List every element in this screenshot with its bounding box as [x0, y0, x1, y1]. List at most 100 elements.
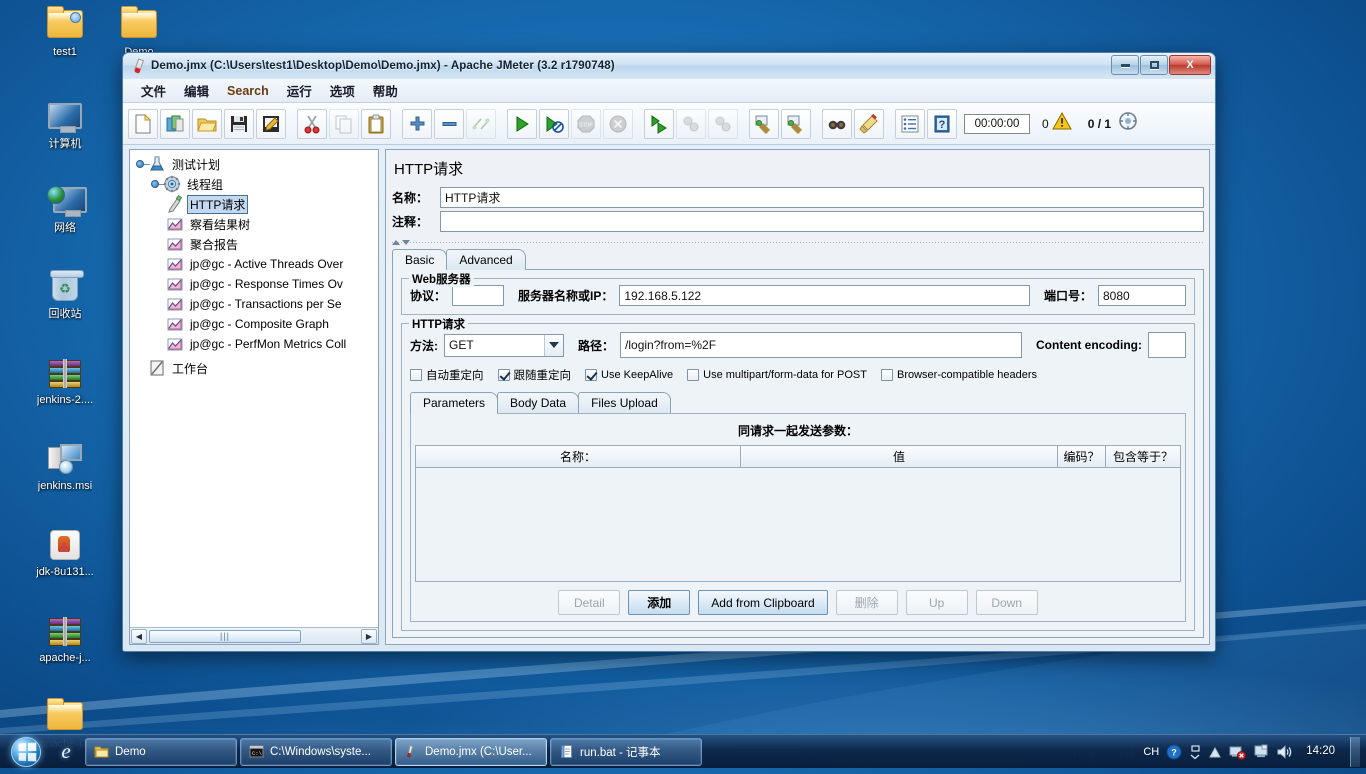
- checkbox-follow-redirects[interactable]: 跟随重定向: [497, 367, 571, 383]
- desktop-icon-computer[interactable]: 计算机: [0, 96, 130, 168]
- parameters-table-body[interactable]: [416, 468, 1180, 581]
- help-button[interactable]: ?: [927, 108, 957, 139]
- volume-icon[interactable]: [1276, 744, 1293, 760]
- down-button[interactable]: Down: [975, 590, 1038, 615]
- start-remote-all-button[interactable]: [644, 108, 674, 139]
- search-reset-button[interactable]: [854, 108, 884, 139]
- tree-scroll-area[interactable]: 测试计划 线程组 HTTP请求 察看结果树 聚合报告 jp@gc - Activ…: [130, 150, 378, 627]
- tree-node-http-request[interactable]: HTTP请求: [134, 194, 378, 214]
- start-no-pauses-button[interactable]: [539, 108, 569, 139]
- clear-button[interactable]: [749, 108, 779, 139]
- clear-all-button[interactable]: [781, 108, 811, 139]
- checkbox-box[interactable]: [410, 369, 422, 381]
- menu-run[interactable]: 运行: [279, 78, 320, 103]
- tree-node-test-plan[interactable]: 测试计划: [134, 154, 378, 174]
- column-header-name[interactable]: 名称：: [416, 446, 741, 467]
- comment-input[interactable]: [440, 211, 1204, 232]
- add-button[interactable]: 添加: [628, 590, 691, 615]
- function-helper-button[interactable]: [895, 108, 925, 139]
- tree-node-active-threads-over-time[interactable]: jp@gc - Active Threads Over: [134, 254, 378, 274]
- expand-all-button[interactable]: [402, 108, 432, 139]
- tab-parameters[interactable]: Parameters: [410, 392, 499, 414]
- window-titlebar[interactable]: Demo.jmx (C:\Users\test1\Desktop\Demo\De…: [123, 53, 1215, 79]
- checkbox-use-multipart[interactable]: Use multipart/form-data for POST: [687, 369, 867, 381]
- taskbar-item-notepad[interactable]: run.bat - 记事本: [550, 737, 702, 766]
- checkbox-box[interactable]: [880, 369, 893, 381]
- toggle-button[interactable]: [466, 108, 496, 139]
- action-center-icon[interactable]: [1208, 745, 1222, 759]
- server-input[interactable]: [619, 285, 1030, 306]
- checkbox-box[interactable]: [497, 369, 510, 381]
- delete-button[interactable]: 删除: [835, 590, 898, 615]
- column-header-include-equals[interactable]: 包含等于？: [1106, 446, 1180, 467]
- desktop-icon-apache-jmeter-zip[interactable]: apache-j...: [0, 610, 130, 682]
- internet-explorer-icon[interactable]: e: [50, 737, 82, 767]
- tab-files-upload[interactable]: Files Upload: [578, 392, 671, 413]
- start-button[interactable]: [507, 108, 537, 139]
- protocol-input[interactable]: [452, 285, 505, 306]
- menu-edit[interactable]: 编辑: [176, 78, 217, 103]
- collapse-all-button[interactable]: [434, 108, 464, 139]
- add-from-clipboard-button[interactable]: Add from Clipboard: [698, 590, 828, 615]
- paste-button[interactable]: [361, 108, 391, 139]
- show-desktop-button[interactable]: [1350, 736, 1360, 767]
- new-button[interactable]: [128, 108, 158, 139]
- tree-node-view-results-tree[interactable]: 察看结果树: [134, 214, 378, 234]
- menu-options[interactable]: 选项: [322, 78, 363, 103]
- stop-button[interactable]: STOP: [571, 108, 601, 139]
- save-button[interactable]: [224, 108, 254, 139]
- templates-button[interactable]: [160, 108, 190, 139]
- port-input[interactable]: [1098, 285, 1186, 306]
- clock[interactable]: 14:20: [1300, 745, 1341, 758]
- checkbox-auto-redirect[interactable]: 自动重定向: [410, 367, 484, 383]
- tree-node-perfmon-metrics-collector[interactable]: jp@gc - PerfMon Metrics Coll: [134, 334, 378, 354]
- tab-basic[interactable]: Basic: [392, 249, 448, 271]
- tree-node-composite-graph[interactable]: jp@gc - Composite Graph: [134, 314, 378, 334]
- panel-splitter[interactable]: [392, 238, 1204, 247]
- display-icon[interactable]: [1253, 744, 1269, 760]
- tree-expand-handle[interactable]: [151, 180, 165, 188]
- tree-horizontal-scrollbar[interactable]: ◀ ||| ▶: [130, 627, 378, 644]
- tree-node-transactions-per-second[interactable]: jp@gc - Transactions per Se: [134, 294, 378, 314]
- open-button[interactable]: [192, 108, 222, 139]
- splitter-down-arrow[interactable]: [402, 240, 410, 245]
- scroll-right-button[interactable]: ▶: [361, 628, 377, 644]
- help-circle-icon[interactable]: ?: [1166, 744, 1182, 760]
- checkbox-box[interactable]: [585, 369, 597, 381]
- search-button[interactable]: [822, 108, 852, 139]
- tab-body-data[interactable]: Body Data: [497, 392, 580, 413]
- taskbar-item-jmeter[interactable]: Demo.jmx (C:\User...: [395, 737, 547, 766]
- cut-button[interactable]: [297, 108, 327, 139]
- tree-node-thread-group[interactable]: 线程组: [134, 174, 378, 194]
- save-as-button[interactable]: [256, 108, 286, 139]
- checkbox-browser-compatible-headers[interactable]: Browser-compatible headers: [880, 369, 1037, 381]
- checkbox-use-keepalive[interactable]: Use KeepAlive: [585, 369, 673, 381]
- parameters-table[interactable]: 名称： 值 编码？ 包含等于？: [415, 445, 1181, 582]
- path-input[interactable]: [620, 332, 1023, 358]
- minimize-button[interactable]: [1111, 55, 1139, 75]
- menu-search[interactable]: Search: [219, 81, 277, 101]
- ime-indicator[interactable]: CH: [1143, 746, 1159, 758]
- taskbar-item-demo[interactable]: Demo: [85, 737, 237, 766]
- taskbar-item-cmd[interactable]: C:\ C:\Windows\syste...: [240, 737, 392, 766]
- network-error-icon[interactable]: [1229, 744, 1247, 760]
- scrollbar-thumb[interactable]: |||: [149, 629, 301, 643]
- splitter-up-arrow[interactable]: [392, 240, 400, 245]
- desktop-icon-jenkins-war[interactable]: jenkins-2....: [0, 352, 130, 424]
- content-encoding-input[interactable]: [1148, 332, 1186, 358]
- scrollbar-track[interactable]: [301, 629, 360, 644]
- start-button[interactable]: [2, 736, 50, 768]
- desktop-icon-jdk[interactable]: jdk-8u131...: [0, 524, 130, 596]
- desktop-icon-recycle-bin[interactable]: 回收站: [0, 266, 130, 338]
- warning-triangle-icon[interactable]: [1051, 111, 1072, 135]
- desktop-icon-network[interactable]: 网络: [0, 180, 130, 252]
- remote-engines-icon[interactable]: [1119, 112, 1137, 135]
- tree-node-workbench[interactable]: 工作台: [134, 358, 378, 378]
- tree-node-aggregate-report[interactable]: 聚合报告: [134, 234, 378, 254]
- chevron-down-icon[interactable]: [544, 334, 563, 356]
- close-button[interactable]: X: [1169, 55, 1211, 75]
- stop-remote-all-button[interactable]: [676, 108, 706, 139]
- column-header-value[interactable]: 值: [741, 446, 1058, 467]
- menu-help[interactable]: 帮助: [365, 78, 406, 103]
- tree-expand-handle[interactable]: [136, 160, 150, 168]
